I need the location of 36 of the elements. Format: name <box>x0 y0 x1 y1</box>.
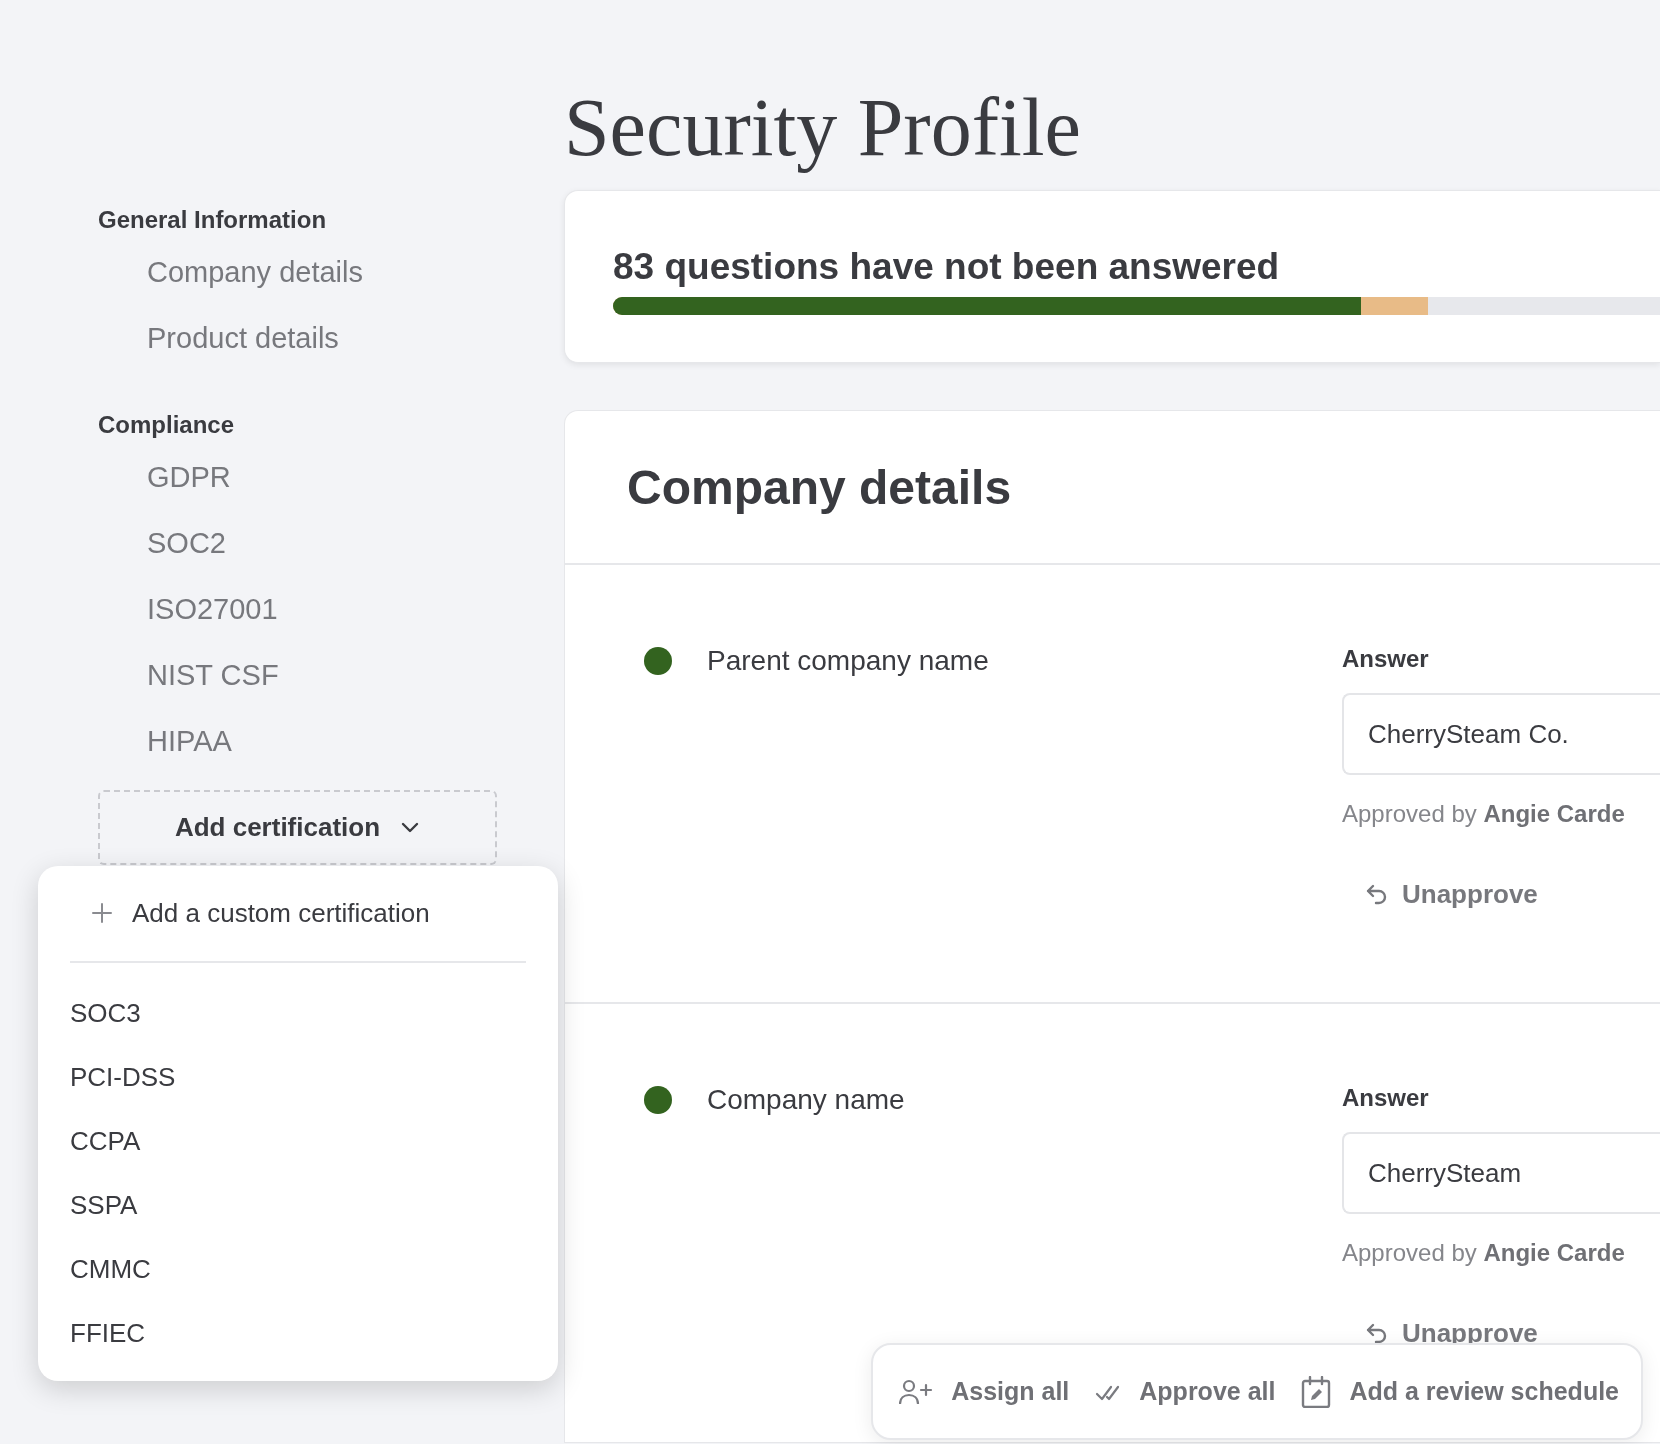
add-custom-certification-item[interactable]: Add a custom certification <box>38 885 558 941</box>
section-title: Company details <box>627 459 1012 515</box>
add-person-icon <box>899 1377 934 1406</box>
sidebar-item[interactable]: ISO27001 <box>98 576 278 642</box>
undo-icon <box>1364 883 1388 905</box>
calendar-edit-icon <box>1301 1375 1332 1408</box>
approve-all-button[interactable]: Approve all <box>1095 1377 1276 1406</box>
approval-note: Approved by Angie Carde <box>1342 1239 1625 1267</box>
sidebar-item[interactable]: Company details <box>98 239 363 305</box>
question-label: Company name <box>707 1083 905 1117</box>
unapprove-button[interactable]: Unapprove <box>1364 874 1538 914</box>
answer-field[interactable]: CherrySteam Co. <box>1342 693 1660 775</box>
section-heading: Compliance <box>98 411 236 439</box>
answer-field[interactable]: CherrySteam <box>1342 1132 1660 1214</box>
sidebar-item[interactable]: NIST CSF <box>98 642 279 708</box>
approval-note: Approved by Angie Carde <box>1342 800 1625 828</box>
certification-option[interactable]: CCPA <box>38 1109 558 1173</box>
certification-option[interactable]: SOC3 <box>38 981 558 1045</box>
unapprove-button[interactable]: Unapprove <box>1364 1313 1538 1353</box>
sidebar-item[interactable]: SOC2 <box>98 510 226 576</box>
question-label: Parent company name <box>707 644 989 678</box>
plus-icon <box>92 903 112 923</box>
certification-option[interactable]: SSPA <box>38 1173 558 1237</box>
progress-message: 83 questions have not been answered <box>613 245 1281 289</box>
certification-option[interactable]: CMMC <box>38 1237 558 1301</box>
sidebar-item[interactable]: HIPAA <box>98 708 232 774</box>
certification-option[interactable]: FFIEC <box>38 1301 558 1365</box>
sidebar-item[interactable]: GDPR <box>98 444 231 510</box>
add-review-schedule-button[interactable]: Add a review schedule <box>1301 1375 1619 1408</box>
answer-label: Answer <box>1342 1084 1429 1112</box>
sidebar-item[interactable]: Product details <box>98 305 339 371</box>
section-heading: General Information <box>98 206 328 234</box>
certification-option[interactable]: PCI-DSS <box>38 1045 558 1109</box>
assign-all-button[interactable]: Assign all <box>899 1377 1070 1406</box>
answer-label: Answer <box>1342 645 1429 673</box>
undo-icon <box>1364 1322 1388 1344</box>
